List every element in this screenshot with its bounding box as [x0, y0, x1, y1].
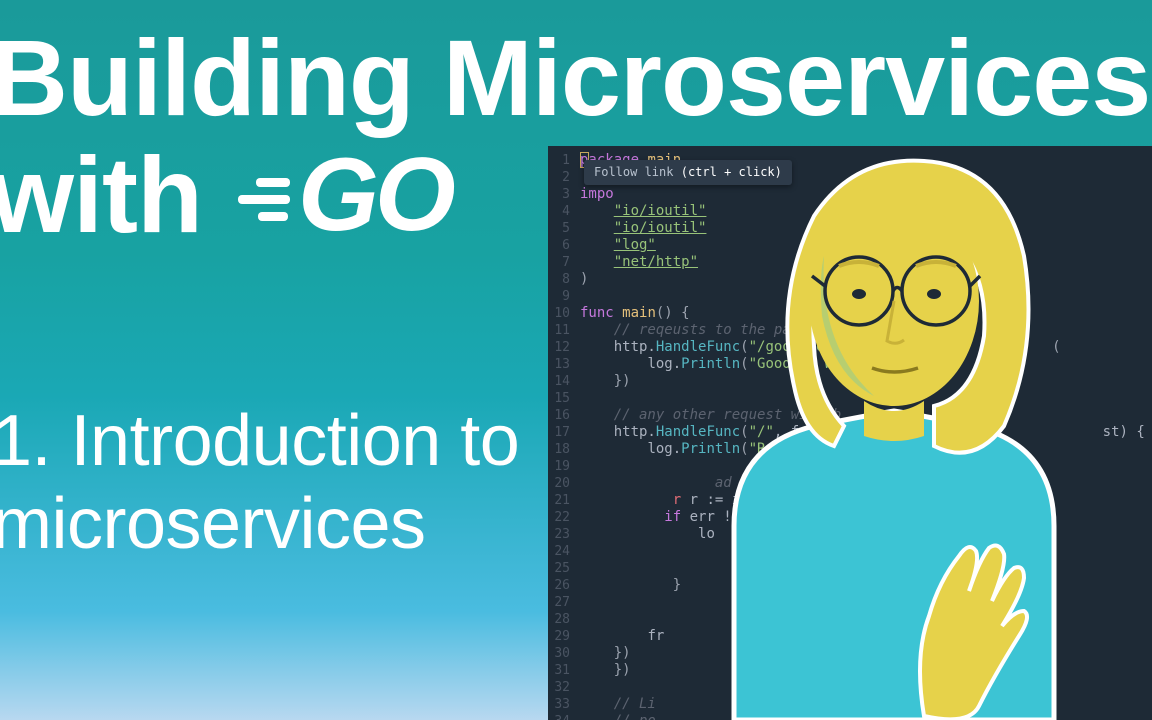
code-editor-panel: Follow link (ctrl + click) 12345 678910 … [548, 146, 1152, 720]
subtitle-line1: 1. Introduction to [0, 400, 519, 483]
go-logo: GO [230, 139, 452, 251]
line-gutter: 12345 678910 1112131415 1617181920 21222… [548, 152, 580, 720]
code-area: package main impo "io/ioutil" "io/ioutil… [580, 152, 1152, 720]
subtitle-line2: microservices [0, 483, 519, 566]
subtitle: 1. Introduction to microservices [0, 400, 519, 566]
tooltip-text: Follow link [594, 165, 673, 179]
go-logo-text: GO [298, 139, 452, 251]
tooltip-hint: (ctrl + click) [681, 165, 782, 179]
go-speed-lines-icon [230, 178, 290, 221]
hover-tooltip: Follow link (ctrl + click) [584, 160, 792, 185]
title-line1: Building Microservices [0, 20, 1150, 137]
title-with: with [0, 137, 202, 254]
